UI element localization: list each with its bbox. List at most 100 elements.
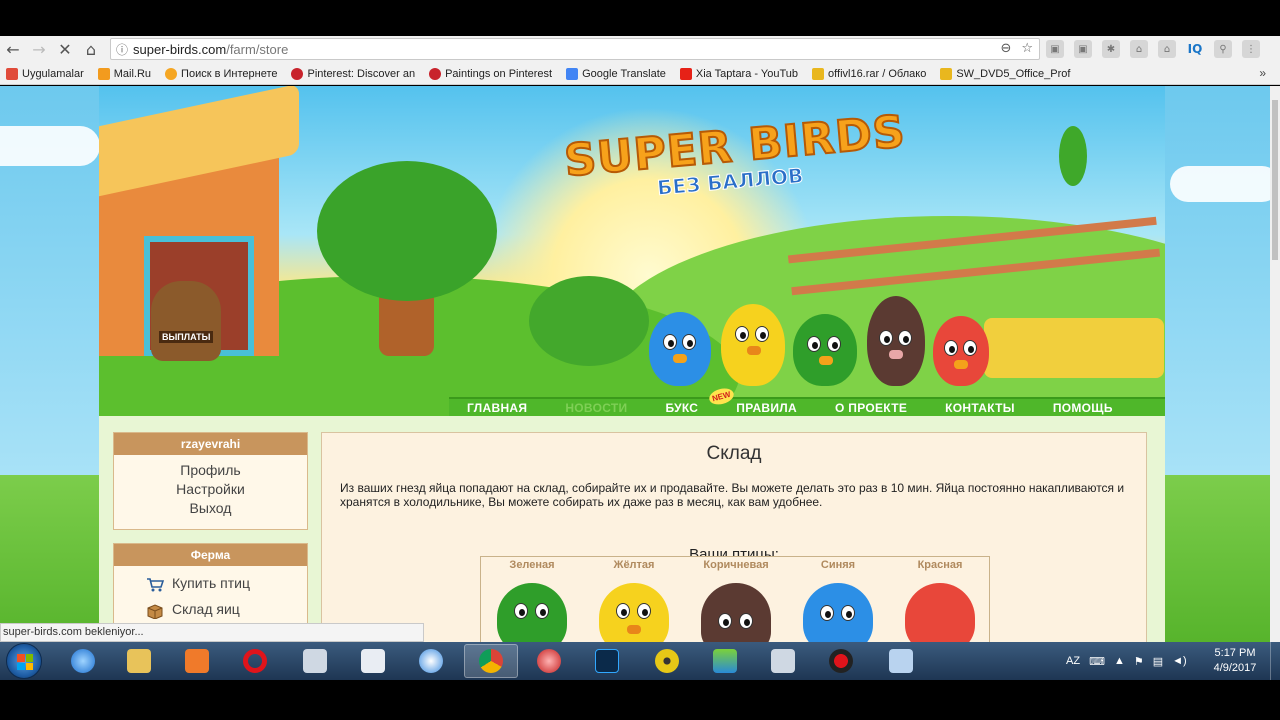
keyboard-icon[interactable]: ⌨ xyxy=(1089,655,1105,668)
taskbar-network[interactable] xyxy=(756,644,810,678)
extension-icon-2[interactable]: ▣ xyxy=(1074,40,1092,58)
back-icon[interactable]: ← xyxy=(0,37,26,63)
bookmark-office[interactable]: SW_DVD5_Office_Prof xyxy=(940,67,1070,80)
menu-item-contacts[interactable]: КОНТАКТЫ xyxy=(945,401,1015,415)
taskbar-chrome[interactable] xyxy=(464,644,518,678)
network-tray-icon[interactable]: ▤ xyxy=(1153,655,1163,668)
extension-icon-1[interactable]: ▣ xyxy=(1046,40,1064,58)
menu-item-rules[interactable]: ПРАВИЛА xyxy=(736,401,797,415)
bookmark-cloud[interactable]: offivl16.rar / Облако xyxy=(812,67,926,80)
start-button[interactable] xyxy=(6,643,42,679)
bookmark-apps[interactable]: Uygulamalar xyxy=(6,67,84,80)
settings-link[interactable]: Настройки xyxy=(114,480,307,499)
bird-column-brown: Коричневая xyxy=(685,557,787,642)
puzzle-icon[interactable]: ✱ xyxy=(1102,40,1120,58)
taskbar-safari[interactable] xyxy=(404,644,458,678)
more-bookmarks-icon[interactable]: » xyxy=(1259,66,1266,80)
payouts-sack-label[interactable]: ВЫПЛАТЫ xyxy=(159,331,214,343)
main-menu: ГЛАВНАЯ НОВОСТИ БУКС NEW ПРАВИЛА О ПРОЕК… xyxy=(449,386,1165,416)
site-container: ВЫПЛАТЫ SUPER BIRDS БЕЗ БАЛЛОВ ГЛАВНАЯ Н… xyxy=(99,86,1165,642)
web-page: ВЫПЛАТЫ SUPER BIRDS БЕЗ БАЛЛОВ ГЛАВНАЯ Н… xyxy=(0,86,1270,642)
cloud-decoration xyxy=(0,126,100,166)
hay-bales xyxy=(984,318,1164,378)
menu-item-help[interactable]: ПОМОЩЬ xyxy=(1053,401,1113,415)
bluestacks-icon xyxy=(713,649,737,673)
payouts-sack-icon[interactable] xyxy=(151,281,221,361)
profile-link[interactable]: Профиль xyxy=(114,461,307,480)
show-desktop-button[interactable] xyxy=(1270,642,1280,680)
extension-icon-4[interactable]: ⌂ xyxy=(1158,40,1176,58)
buy-birds-link[interactable]: Купить птиц xyxy=(114,570,307,596)
menu-item-news[interactable]: НОВОСТИ xyxy=(565,401,627,415)
taskbar-download[interactable] xyxy=(522,644,576,678)
clock[interactable]: 5:17 PM 4/9/2017 xyxy=(1205,646,1265,676)
taskbar-cd[interactable] xyxy=(640,644,694,678)
taskbar-opera[interactable] xyxy=(228,644,282,678)
youtube-icon xyxy=(679,67,692,80)
yellow-bird-icon xyxy=(721,304,785,386)
page-scrollbar[interactable] xyxy=(1270,86,1280,642)
clock-time: 5:17 PM xyxy=(1214,647,1256,659)
taskbar-ie[interactable] xyxy=(56,644,110,678)
extension-icon-3[interactable]: ⌂ xyxy=(1130,40,1148,58)
cart-icon xyxy=(146,575,165,592)
download-manager-icon xyxy=(537,649,561,673)
bird-column-blue: Синяя xyxy=(787,557,889,642)
bookmark-pinterest-2[interactable]: Paintings on Pinterest xyxy=(429,67,552,80)
birds-table: Зеленая Жёлтая Коричневая Синяя Красная xyxy=(480,556,990,642)
logout-link[interactable]: Выход xyxy=(114,499,307,518)
zoom-icon[interactable]: ⊖ xyxy=(1000,41,1011,56)
taskbar-paint[interactable] xyxy=(874,644,928,678)
taskbar-bluestacks[interactable] xyxy=(698,644,752,678)
bookmark-star-icon[interactable]: ☆ xyxy=(1021,41,1033,56)
recorder-icon xyxy=(829,649,853,673)
menu-icon[interactable]: ⋮ xyxy=(1242,40,1260,58)
user-box: rzayevrahi Профиль Настройки Выход xyxy=(113,432,308,530)
bird-column-green: Зеленая xyxy=(481,557,583,642)
folder-icon xyxy=(940,67,953,80)
address-bar[interactable]: ⓘ super-birds.com/farm/store ⊖ ☆ xyxy=(110,38,1040,60)
taskbar-explorer[interactable] xyxy=(112,644,166,678)
bookmark-search[interactable]: Поиск в Интернете xyxy=(165,67,277,80)
green-bird-icon[interactable] xyxy=(497,583,567,642)
bookmark-youtube[interactable]: Xia Taptara - YouTub xyxy=(679,67,798,80)
taskbar-photoshop[interactable] xyxy=(580,644,634,678)
tray-expand-icon[interactable]: ▲ xyxy=(1114,655,1125,667)
home-icon[interactable]: ⌂ xyxy=(78,37,104,63)
url-text[interactable]: super-birds.com/farm/store xyxy=(133,42,288,57)
volume-icon[interactable]: ◄) xyxy=(1172,655,1187,667)
egg-store-link[interactable]: Склад яиц xyxy=(114,596,307,622)
iq-extension-icon[interactable]: IQ xyxy=(1186,40,1204,58)
menu-item-home[interactable]: ГЛАВНАЯ xyxy=(467,401,527,415)
info-icon[interactable]: ⓘ xyxy=(111,41,133,58)
search-extension-icon[interactable]: ⚲ xyxy=(1214,40,1232,58)
red-bird-icon xyxy=(933,316,989,386)
banner-birds xyxy=(649,291,989,386)
bird-label-yellow: Жёлтая xyxy=(613,559,655,571)
yellow-bird-icon[interactable] xyxy=(599,583,669,642)
language-indicator[interactable]: AZ xyxy=(1066,655,1080,667)
action-center-icon[interactable]: ⚑ xyxy=(1134,655,1144,668)
blue-bird-icon[interactable] xyxy=(803,583,873,642)
bird-label-red: Красная xyxy=(917,559,963,571)
tree-crown xyxy=(317,161,497,301)
brown-bird-icon[interactable] xyxy=(701,583,771,642)
red-bird-icon[interactable] xyxy=(905,583,975,642)
bookmark-google-translate[interactable]: Google Translate xyxy=(566,67,666,80)
scrollbar-thumb[interactable] xyxy=(1272,100,1278,260)
taskbar-snipping[interactable] xyxy=(346,644,400,678)
forward-icon[interactable]: → xyxy=(26,37,52,63)
clock-date: 4/9/2017 xyxy=(1213,662,1257,674)
pinterest-icon xyxy=(291,67,304,80)
taskbar-calculator[interactable] xyxy=(288,644,342,678)
username: rzayevrahi xyxy=(114,433,307,455)
taskbar-media[interactable] xyxy=(170,644,224,678)
menu-item-about[interactable]: О ПРОЕКТЕ xyxy=(835,401,907,415)
taskbar-recorder[interactable] xyxy=(814,644,868,678)
google-translate-icon xyxy=(566,67,579,80)
bookmark-pinterest-1[interactable]: Pinterest: Discover an xyxy=(291,67,415,80)
farm-title: Ферма xyxy=(114,544,307,566)
menu-item-buks[interactable]: БУКС xyxy=(665,401,698,415)
bookmark-mailru[interactable]: Mail.Ru xyxy=(97,67,151,80)
stop-icon[interactable]: ✕ xyxy=(52,37,78,63)
